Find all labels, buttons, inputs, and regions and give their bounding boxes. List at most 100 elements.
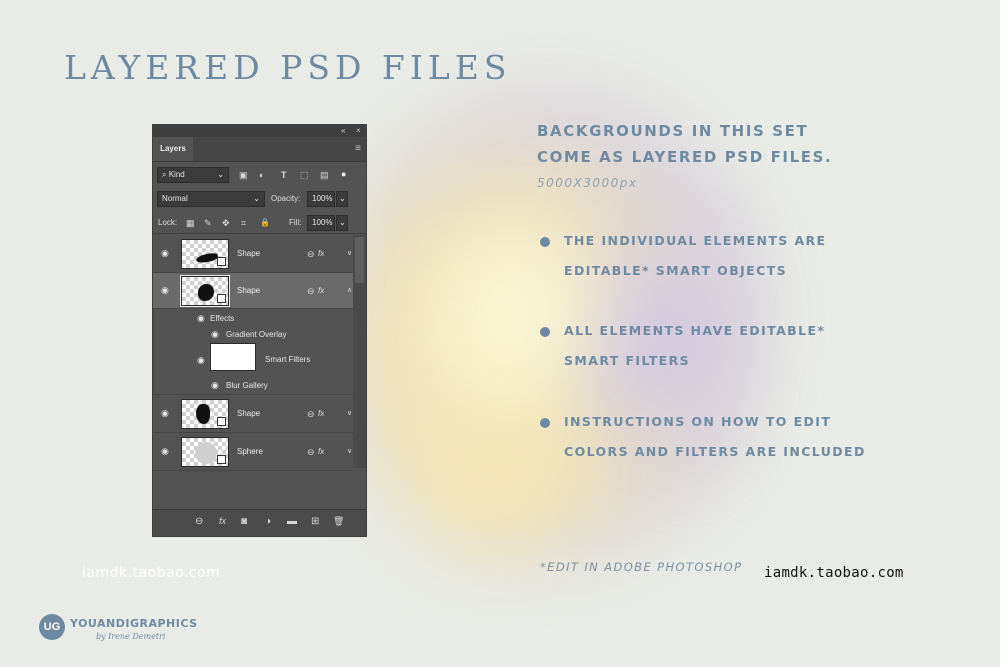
blur-gallery-label[interactable]: Blur Gallery: [226, 381, 268, 390]
bullet-text: THE INDIVIDUAL ELEMENTS ARE EDITABLE* SM…: [564, 226, 826, 286]
layers-scrollbar[interactable]: [353, 235, 366, 468]
smart-object-badge-icon: [217, 294, 226, 303]
add-mask-icon[interactable]: ◙: [241, 516, 247, 527]
filter-row: ⌕ Kind ⌄ ▣ ◐ T ⬚ ▤ ●: [153, 165, 366, 185]
chevron-down-icon[interactable]: ∨: [347, 447, 352, 455]
eye-icon[interactable]: ◉: [211, 380, 219, 391]
bullet-dot: [540, 237, 550, 247]
trash-icon[interactable]: 🗑: [333, 516, 344, 527]
smart-filter-mask-thumbnail: [210, 343, 256, 371]
link-icon: ⊖: [307, 409, 315, 419]
blend-mode-select[interactable]: Normal ⌄: [157, 191, 265, 207]
fx-icon[interactable]: fx: [318, 409, 324, 418]
canvas: LAYERED PSD FILES « × Layers ≡ ⌕ Kind ⌄ …: [0, 0, 1000, 667]
smart-object-filter-icon[interactable]: ▤: [320, 167, 329, 183]
layer-effects-group: ◉ Effects ◉ Gradient Overlay ◉ Smart Fil…: [153, 309, 353, 395]
smart-object-badge-icon: [217, 417, 226, 426]
fill-dropdown[interactable]: ⌄: [336, 215, 348, 231]
bullet-line: COLORS AND FILTERS ARE INCLUDED: [564, 444, 866, 459]
search-icon: ⌕: [162, 170, 167, 179]
adjustment-filter-icon[interactable]: ◐: [259, 167, 264, 183]
eye-icon[interactable]: ◉: [197, 313, 205, 324]
eye-icon[interactable]: ◉: [161, 446, 169, 457]
eye-icon[interactable]: ◉: [197, 355, 205, 366]
layer-name: Shape: [237, 286, 261, 295]
layer-row[interactable]: ◉ Shape ⊖ fx ∨: [153, 235, 353, 273]
chevron-down-icon: ⌄: [339, 218, 346, 227]
lock-position-icon[interactable]: ✥: [222, 215, 230, 231]
fx-icon[interactable]: fx: [318, 249, 324, 258]
scrollbar-thumb[interactable]: [355, 237, 364, 283]
bullet-dot: [540, 418, 550, 428]
brand-logo-icon: UG: [39, 614, 65, 640]
watermark-right: iamdk.taobao.com: [764, 565, 904, 581]
brand-name: YOUANDIGRAPHICS: [70, 617, 198, 630]
smart-object-badge-icon: [217, 257, 226, 266]
chevron-down-icon[interactable]: ∨: [347, 409, 352, 417]
link-layers-icon[interactable]: ⊖: [195, 516, 203, 527]
chevron-up-icon[interactable]: ∧: [347, 286, 352, 294]
folder-icon[interactable]: ▬: [287, 516, 297, 527]
heading-line: BACKGROUNDS IN THIS SET: [537, 122, 809, 140]
shape-thumbnail-glyph: [195, 252, 219, 264]
layer-thumbnail: [181, 437, 229, 467]
lock-brush-icon[interactable]: ✎: [204, 215, 212, 231]
shape-filter-icon[interactable]: ⬚: [300, 167, 309, 183]
bullet-line: ALL ELEMENTS HAVE EDITABLE*: [564, 323, 826, 338]
eye-icon[interactable]: ◉: [161, 408, 169, 419]
smart-object-badge-icon: [217, 455, 226, 464]
fill-input[interactable]: 100%: [307, 215, 335, 231]
layer-row[interactable]: ◉ Sphere ⊖ fx ∨: [153, 433, 353, 471]
info-heading: BACKGROUNDS IN THIS SET COME AS LAYERED …: [537, 118, 832, 170]
close-icon[interactable]: ×: [356, 126, 361, 135]
layer-thumbnail: [181, 239, 229, 269]
panel-menu-icon[interactable]: ≡: [355, 143, 361, 154]
layer-thumbnail: [180, 275, 230, 307]
sphere-thumbnail-glyph: [195, 442, 217, 464]
opacity-dropdown[interactable]: ⌄: [336, 191, 348, 207]
bullet-text: INSTRUCTIONS ON HOW TO EDIT COLORS AND F…: [564, 407, 866, 467]
gradient-highlight: [420, 190, 620, 420]
lock-all-icon[interactable]: 🔒: [260, 215, 270, 231]
layer-row[interactable]: ◉ Shape ⊖ fx ∨: [153, 395, 353, 433]
kind-filter-select[interactable]: ⌕ Kind ⌄: [157, 167, 229, 183]
layer-name: Shape: [237, 409, 261, 418]
eye-icon[interactable]: ◉: [161, 285, 169, 296]
chevron-down-icon[interactable]: ∨: [347, 249, 352, 257]
layer-row-selected[interactable]: ◉ Shape ⊖ fx ∧: [153, 273, 353, 309]
fx-icon[interactable]: fx: [318, 447, 324, 456]
lock-artboard-icon[interactable]: ⌗: [241, 215, 246, 231]
chevron-down-icon: ⌄: [217, 170, 224, 179]
fx-icon[interactable]: fx: [219, 516, 226, 526]
image-filter-icon[interactable]: ▣: [239, 167, 248, 183]
eye-icon[interactable]: ◉: [211, 329, 219, 340]
lock-label: Lock:: [158, 218, 178, 227]
opacity-label: Opacity:: [271, 194, 301, 203]
lock-pixels-icon[interactable]: ▦: [186, 215, 195, 231]
type-filter-icon[interactable]: T: [281, 167, 287, 183]
gradient-overlay-label[interactable]: Gradient Overlay: [226, 330, 286, 339]
bullet-line: EDITABLE* SMART OBJECTS: [564, 263, 788, 278]
chevron-down-icon: ⌄: [339, 194, 346, 203]
bullet-line: INSTRUCTIONS ON HOW TO EDIT: [564, 414, 832, 429]
opacity-input[interactable]: 100%: [307, 191, 335, 207]
fill-label: Fill:: [289, 218, 302, 227]
new-layer-icon[interactable]: ⊞: [311, 516, 319, 527]
heading-line: COME AS LAYERED PSD FILES.: [537, 148, 833, 166]
brand-byline: by Irene Demetri: [96, 632, 166, 641]
bullet-dot: [540, 327, 550, 337]
eye-icon[interactable]: ◉: [161, 248, 169, 259]
panel-topbar: « ×: [153, 125, 366, 137]
smart-filters-label[interactable]: Smart Filters: [265, 355, 310, 364]
bullet-line: SMART FILTERS: [564, 353, 691, 368]
collapse-icon[interactable]: «: [341, 126, 345, 135]
layers-panel: « × Layers ≡ ⌕ Kind ⌄ ▣ ◐ T ⬚ ▤ ● Normal…: [152, 124, 367, 537]
filter-toggle-icon[interactable]: ●: [341, 166, 346, 182]
fx-icon[interactable]: fx: [318, 286, 324, 295]
tab-layers[interactable]: Layers: [153, 137, 193, 161]
adjustment-layer-icon[interactable]: ◑: [265, 516, 271, 527]
layer-name: Shape: [237, 249, 261, 258]
footnote: *EDIT IN ADOBE PHOTOSHOP: [540, 560, 743, 574]
blend-mode-value: Normal: [162, 194, 188, 203]
chevron-down-icon: ⌄: [253, 194, 260, 203]
